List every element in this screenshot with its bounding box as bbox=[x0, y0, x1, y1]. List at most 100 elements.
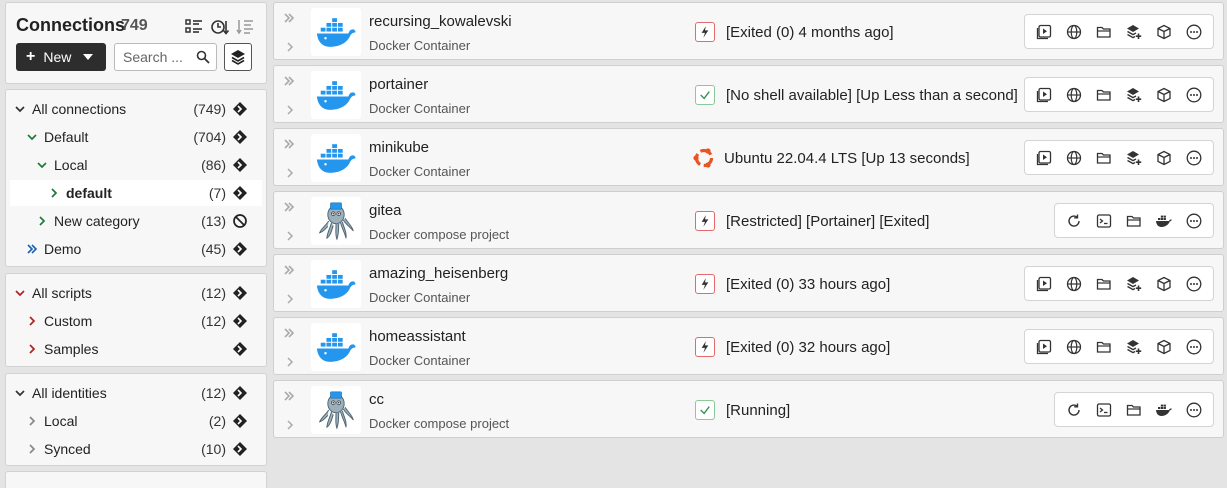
connection-name[interactable]: cc bbox=[369, 391, 384, 408]
open-action-icon[interactable] bbox=[232, 185, 248, 201]
connection-card[interactable]: recursing_kowalevski Docker Container [Exi… bbox=[273, 2, 1224, 60]
refresh-icon[interactable] bbox=[1059, 395, 1089, 425]
chevron-right-icon[interactable] bbox=[26, 314, 38, 326]
docker-icon[interactable] bbox=[1149, 206, 1179, 236]
connection-name[interactable]: homeassistant bbox=[369, 328, 466, 345]
tree-item[interactable]: Synced (10) bbox=[6, 436, 266, 462]
play-window-icon[interactable] bbox=[1029, 80, 1059, 110]
chevron-down-icon[interactable] bbox=[14, 286, 26, 298]
tree-item[interactable]: All identities (12) bbox=[6, 380, 266, 406]
folder-icon[interactable] bbox=[1089, 17, 1119, 47]
list-view-icon[interactable] bbox=[184, 17, 204, 37]
expand-double-chevron-icon[interactable] bbox=[283, 200, 295, 212]
chevron-right-icon[interactable] bbox=[48, 186, 60, 198]
cube-icon[interactable] bbox=[1149, 143, 1179, 173]
more-icon[interactable] bbox=[1179, 206, 1209, 236]
tree-item[interactable]: Custom (12) bbox=[6, 308, 266, 334]
sort-time-icon[interactable] bbox=[210, 17, 230, 37]
layers-plus-icon[interactable] bbox=[1119, 80, 1149, 110]
connection-name[interactable]: portainer bbox=[369, 76, 428, 93]
globe-icon[interactable] bbox=[1059, 269, 1089, 299]
folder-icon[interactable] bbox=[1089, 143, 1119, 173]
chevron-right-icon[interactable] bbox=[285, 354, 295, 367]
play-window-icon[interactable] bbox=[1029, 269, 1059, 299]
expand-double-chevron-icon[interactable] bbox=[283, 74, 295, 86]
chevron-right-icon[interactable] bbox=[36, 214, 48, 226]
tree-item[interactable]: All scripts (12) bbox=[6, 280, 266, 306]
connection-card[interactable]: portainer Docker Container [No shell avail… bbox=[273, 65, 1224, 123]
chevron-right-icon[interactable] bbox=[285, 417, 295, 430]
connection-name[interactable]: minikube bbox=[369, 139, 429, 156]
tree-item[interactable]: Default (704) bbox=[6, 124, 266, 150]
sort-list-icon[interactable] bbox=[235, 17, 255, 37]
connection-card[interactable]: gitea Docker compose project [Restricted] … bbox=[273, 191, 1224, 249]
play-window-icon[interactable] bbox=[1029, 143, 1059, 173]
layers-plus-icon[interactable] bbox=[1119, 269, 1149, 299]
terminal-icon[interactable] bbox=[1089, 206, 1119, 236]
connection-card[interactable]: homeassistant Docker Container [Exited (0)… bbox=[273, 317, 1224, 375]
folder-icon[interactable] bbox=[1119, 395, 1149, 425]
search-box[interactable] bbox=[114, 43, 217, 71]
globe-icon[interactable] bbox=[1059, 17, 1089, 47]
connection-card[interactable]: amazing_heisenberg Docker Container [Exite… bbox=[273, 254, 1224, 312]
expand-double-chevron-icon[interactable] bbox=[283, 11, 295, 23]
chevron-right-icon[interactable] bbox=[285, 165, 295, 178]
more-icon[interactable] bbox=[1179, 269, 1209, 299]
connection-name[interactable]: amazing_heisenberg bbox=[369, 265, 508, 282]
play-window-icon[interactable] bbox=[1029, 332, 1059, 362]
layers-button[interactable] bbox=[224, 43, 252, 71]
cube-icon[interactable] bbox=[1149, 332, 1179, 362]
terminal-icon[interactable] bbox=[1089, 395, 1119, 425]
open-action-icon[interactable] bbox=[232, 129, 248, 145]
more-icon[interactable] bbox=[1179, 80, 1209, 110]
tree-item[interactable]: Local (2) bbox=[6, 408, 266, 434]
globe-icon[interactable] bbox=[1059, 332, 1089, 362]
cube-icon[interactable] bbox=[1149, 80, 1179, 110]
globe-icon[interactable] bbox=[1059, 143, 1089, 173]
caret-down-icon[interactable] bbox=[83, 54, 94, 60]
chevron-down-icon[interactable] bbox=[36, 158, 48, 170]
layers-plus-icon[interactable] bbox=[1119, 143, 1149, 173]
open-action-icon[interactable] bbox=[232, 313, 248, 329]
folder-icon[interactable] bbox=[1089, 332, 1119, 362]
cube-icon[interactable] bbox=[1149, 269, 1179, 299]
chevron-right-icon[interactable] bbox=[285, 39, 295, 52]
tree-item[interactable]: Samples bbox=[6, 336, 266, 362]
chevron-right-icon[interactable] bbox=[285, 102, 295, 115]
tree-item[interactable]: Local (86) bbox=[6, 152, 266, 178]
chevron-right-icon[interactable] bbox=[285, 228, 295, 241]
open-action-icon[interactable] bbox=[232, 385, 248, 401]
expand-double-chevron-icon[interactable] bbox=[283, 389, 295, 401]
open-action-icon[interactable] bbox=[232, 241, 248, 257]
globe-icon[interactable] bbox=[1059, 80, 1089, 110]
chevron-right-icon[interactable] bbox=[26, 442, 38, 454]
chevron-right-icon[interactable] bbox=[26, 414, 38, 426]
tree-item[interactable]: Demo (45) bbox=[6, 236, 266, 262]
play-window-icon[interactable] bbox=[1029, 17, 1059, 47]
connection-name[interactable]: recursing_kowalevski bbox=[369, 13, 512, 30]
new-button[interactable]: + New bbox=[16, 43, 106, 71]
expand-double-chevron-icon[interactable] bbox=[283, 263, 295, 275]
more-icon[interactable] bbox=[1179, 143, 1209, 173]
chevron-down-icon[interactable] bbox=[26, 130, 38, 142]
connection-card[interactable]: cc Docker compose project [Running] bbox=[273, 380, 1224, 438]
connection-card[interactable]: minikube Docker Container Ubuntu 22.04.4 L… bbox=[273, 128, 1224, 186]
refresh-icon[interactable] bbox=[1059, 206, 1089, 236]
more-icon[interactable] bbox=[1179, 17, 1209, 47]
chevron-right-icon[interactable] bbox=[26, 342, 38, 354]
open-action-icon[interactable] bbox=[232, 285, 248, 301]
more-icon[interactable] bbox=[1179, 395, 1209, 425]
open-action-icon[interactable] bbox=[232, 441, 248, 457]
connection-name[interactable]: gitea bbox=[369, 202, 402, 219]
layers-plus-icon[interactable] bbox=[1119, 17, 1149, 47]
expand-double-chevron-icon[interactable] bbox=[283, 137, 295, 149]
tree-item[interactable]: New category (13) bbox=[6, 208, 266, 234]
tree-item[interactable]: All connections (749) bbox=[6, 96, 266, 122]
open-action-icon[interactable] bbox=[232, 101, 248, 117]
prohibited-icon[interactable] bbox=[232, 213, 248, 229]
chevron-down-icon[interactable] bbox=[14, 102, 26, 114]
folder-icon[interactable] bbox=[1089, 80, 1119, 110]
chevron-right-icon[interactable] bbox=[285, 291, 295, 304]
double-chevron-icon[interactable] bbox=[26, 242, 38, 254]
cube-icon[interactable] bbox=[1149, 17, 1179, 47]
